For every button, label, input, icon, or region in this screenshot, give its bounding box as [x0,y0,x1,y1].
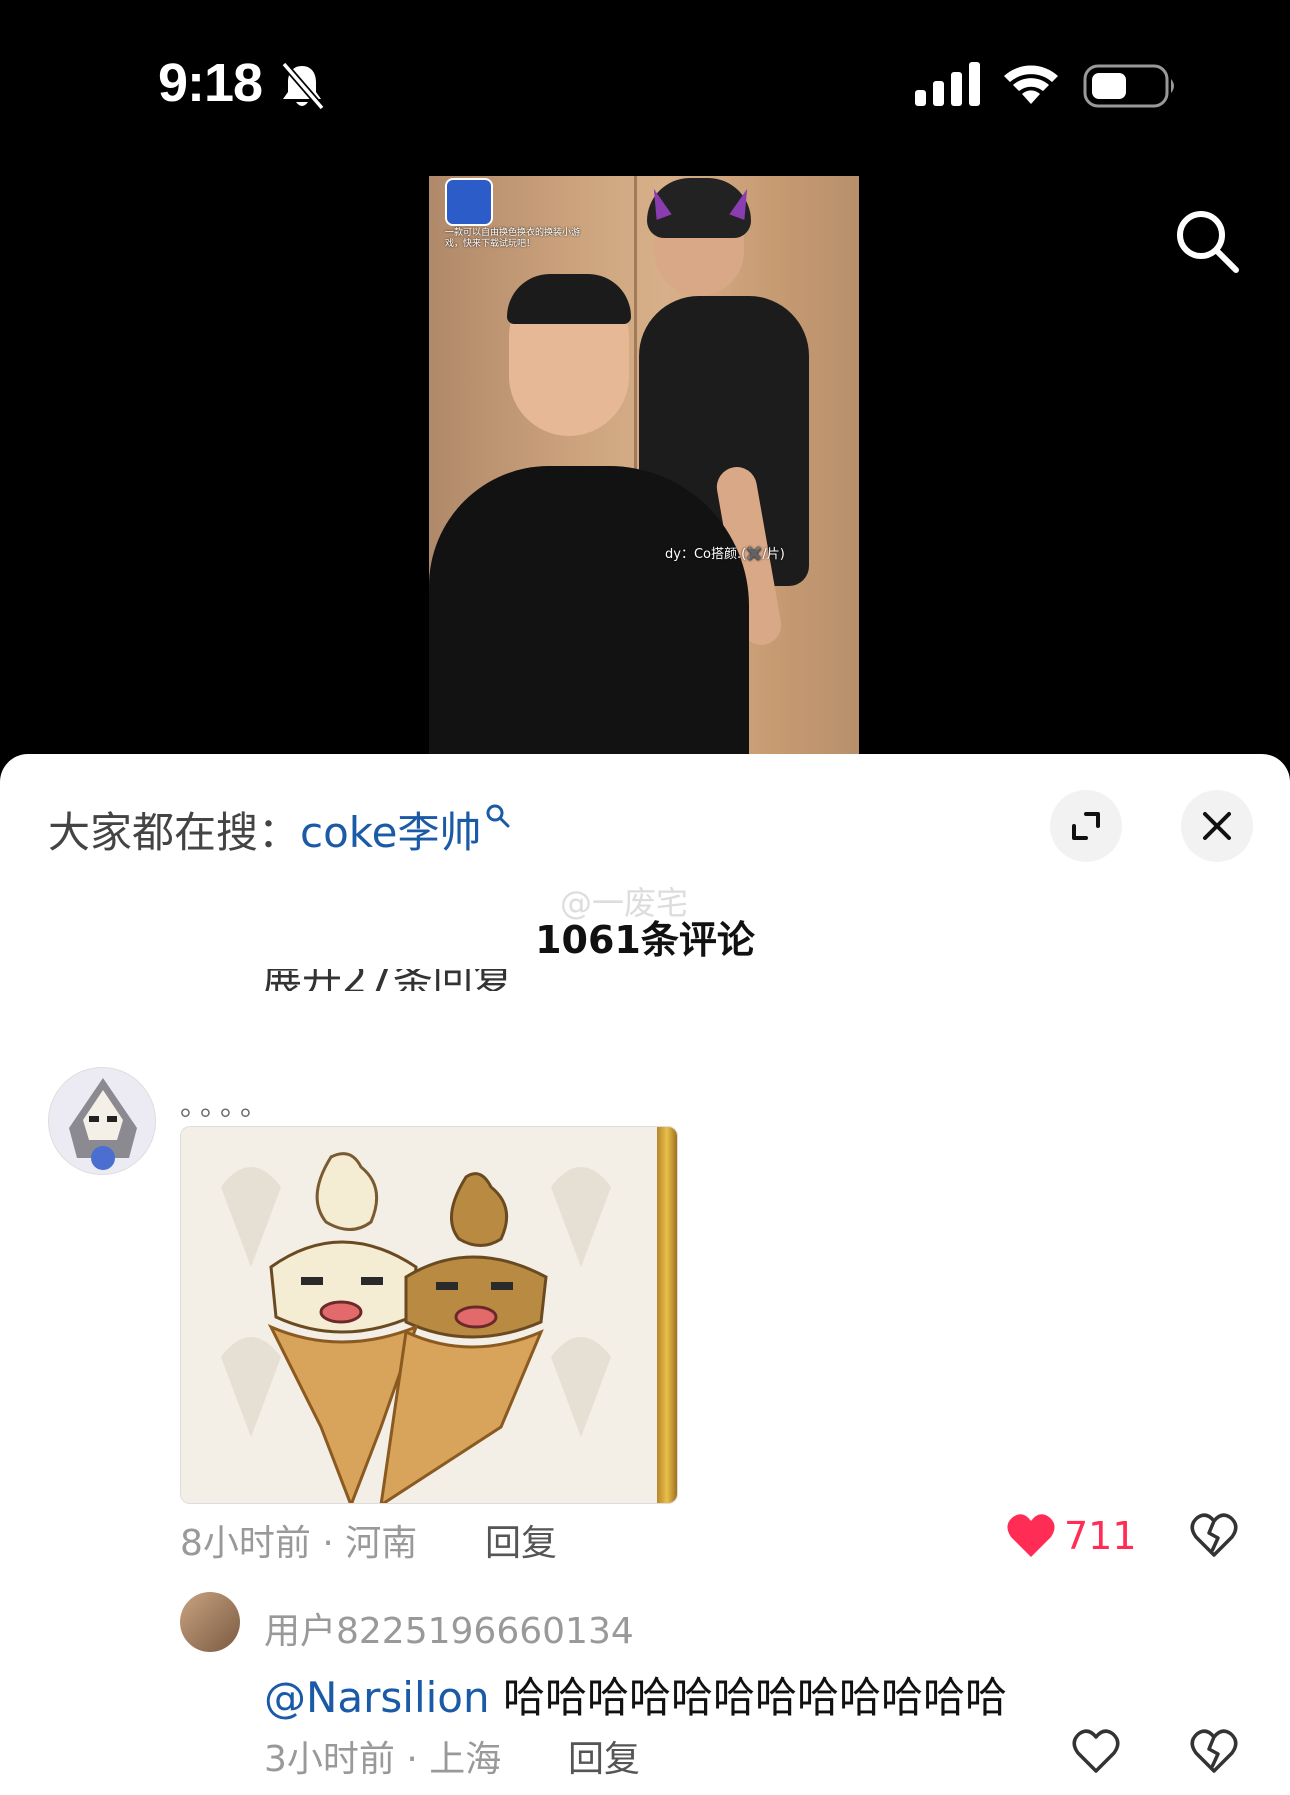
reply-avatar[interactable] [180,1592,240,1652]
close-button[interactable] [1181,790,1253,862]
ice-cream-sticker [181,1127,677,1503]
status-bar: 9:18 [0,0,1290,170]
status-time: 9:18 [158,53,263,113]
mention-link[interactable]: @Narsilion [264,1673,490,1722]
search-keyword-link[interactable]: coke李帅 [300,808,481,857]
reply-reply-button[interactable]: 回复 [568,1730,640,1782]
cellular-signal-icon [915,62,980,106]
search-icon[interactable] [1174,208,1240,274]
video-frame[interactable]: 一款可以自由换色换衣的换装小游戏，快来下载试玩吧！ dy：Co搭颜.(✖️/片) [429,176,859,756]
game-logo-icon [445,178,493,226]
reply-body: 哈哈哈哈哈哈哈哈哈哈哈哈 [489,1673,1007,1722]
trending-search-hint[interactable]: 大家都在搜：coke李帅 [48,799,511,860]
heart-filled-icon[interactable] [1005,1511,1057,1559]
person-front [429,466,749,756]
expand-icon [1072,812,1100,840]
search-hint-prefix: 大家都在搜： [48,808,301,857]
close-icon [1203,812,1231,840]
video-player[interactable]: 一款可以自由换色换衣的换装小游戏，快来下载试玩吧！ dy：Co搭颜.(✖️/片) [0,170,1290,756]
battery-icon [1083,64,1174,108]
avatar[interactable] [48,1067,156,1175]
comment-count-title: 1061条评论 [535,918,755,962]
video-caption: 一款可以自由换色换衣的换装小游戏，快来下载试玩吧！ [445,228,581,249]
reply-time-location: 3小时前 · 上海 [264,1739,502,1780]
comment-text: 。。。。 [180,1089,275,1122]
broken-heart-icon[interactable] [1188,1511,1240,1559]
expand-button[interactable] [1050,790,1122,862]
reply-text: @Narsilion 哈哈哈哈哈哈哈哈哈哈哈哈 [264,1664,1007,1725]
broken-heart-icon[interactable] [1188,1727,1240,1775]
heart-outline-icon[interactable] [1070,1727,1122,1775]
video-watermark: dy：Co搭颜.(✖️/片) [665,547,785,562]
like-count: 711 [1064,1514,1137,1558]
comment-sticker-image[interactable] [180,1126,678,1504]
wifi-icon [1004,65,1058,104]
reply-button[interactable]: 回复 [485,1514,557,1566]
expand-replies-link[interactable]: 展开27条回复 [262,969,513,991]
avatar-image [49,1068,155,1174]
reply-username[interactable]: 用户8225196660134 [264,1602,634,1654]
comment-time-location: 8小时前 · 河南 [180,1523,418,1564]
bell-muted-icon [281,61,325,111]
search-icon [486,804,510,828]
comments-sheet: 大家都在搜：coke李帅 @一废宅 1061条评论 展开27条回复 。。。。 [0,754,1290,1795]
